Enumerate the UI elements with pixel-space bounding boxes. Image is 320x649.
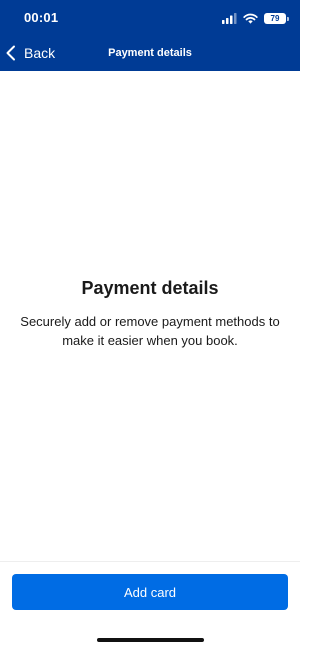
status-icons: 79 (222, 11, 289, 25)
page-title: Payment details (108, 47, 192, 59)
signal-icon (222, 12, 237, 24)
battery-icon: 79 (264, 12, 289, 24)
battery-level: 79 (270, 13, 280, 23)
empty-state-description: Securely add or remove payment methods t… (20, 314, 280, 348)
wifi-icon (243, 13, 258, 24)
battery-cap (287, 16, 289, 21)
empty-state: Payment details Securely add or remove p… (0, 278, 300, 350)
home-indicator (97, 638, 204, 642)
app-header: 00:01 79 Back Payment details (0, 0, 300, 71)
footer-divider (0, 561, 300, 562)
status-time: 00:01 (24, 10, 59, 25)
empty-state-title: Payment details (81, 278, 219, 298)
status-bar: 00:01 79 (0, 0, 300, 38)
navigation-bar: Back Payment details (0, 38, 300, 71)
add-card-button[interactable]: Add card (12, 574, 288, 610)
